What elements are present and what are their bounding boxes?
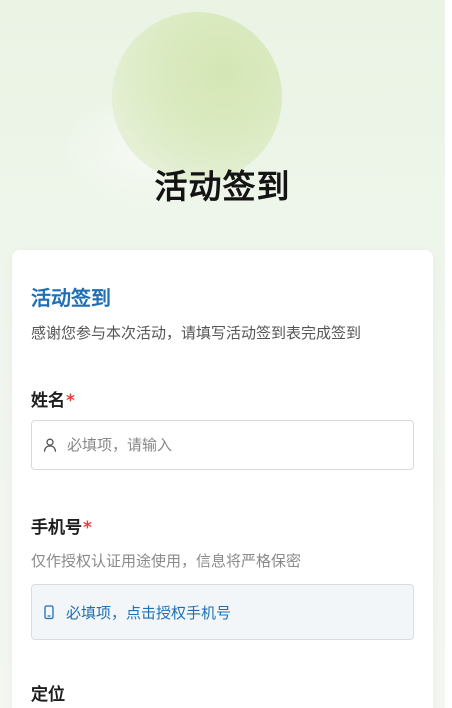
authorize-phone-button[interactable]: 必填项，点击授权手机号 [31,584,414,640]
page-background: 活动签到 活动签到 感谢您参与本次活动，请填写活动签到表完成签到 姓名* 手机号… [0,0,445,708]
form-title: 活动签到 [31,286,111,310]
sign-in-form-card: 活动签到 感谢您参与本次活动，请填写活动签到表完成签到 姓名* 手机号* 仅作授… [12,250,433,708]
authorize-phone-text: 必填项，点击授权手机号 [66,603,232,622]
name-field-label: 姓名* [31,386,75,411]
name-input-box[interactable] [31,420,414,470]
form-description: 感谢您参与本次活动，请填写活动签到表完成签到 [31,324,362,342]
name-input[interactable] [67,436,387,454]
hero-title: 活动签到 [154,167,291,206]
name-label-text: 姓名 [31,391,65,411]
mobile-phone-icon [43,604,55,620]
phone-required-mark: * [83,518,92,538]
phone-label-text: 手机号 [31,518,82,538]
phone-field-label: 手机号* [31,513,92,538]
right-edge-strip [445,0,452,708]
phone-help-text: 仅作授权认证用途使用，信息将严格保密 [31,552,302,570]
user-icon [43,438,57,452]
name-required-mark: * [66,391,75,411]
location-field-label: 定位 [31,680,65,705]
decorative-circle [112,12,282,182]
location-label-text: 定位 [31,685,65,705]
